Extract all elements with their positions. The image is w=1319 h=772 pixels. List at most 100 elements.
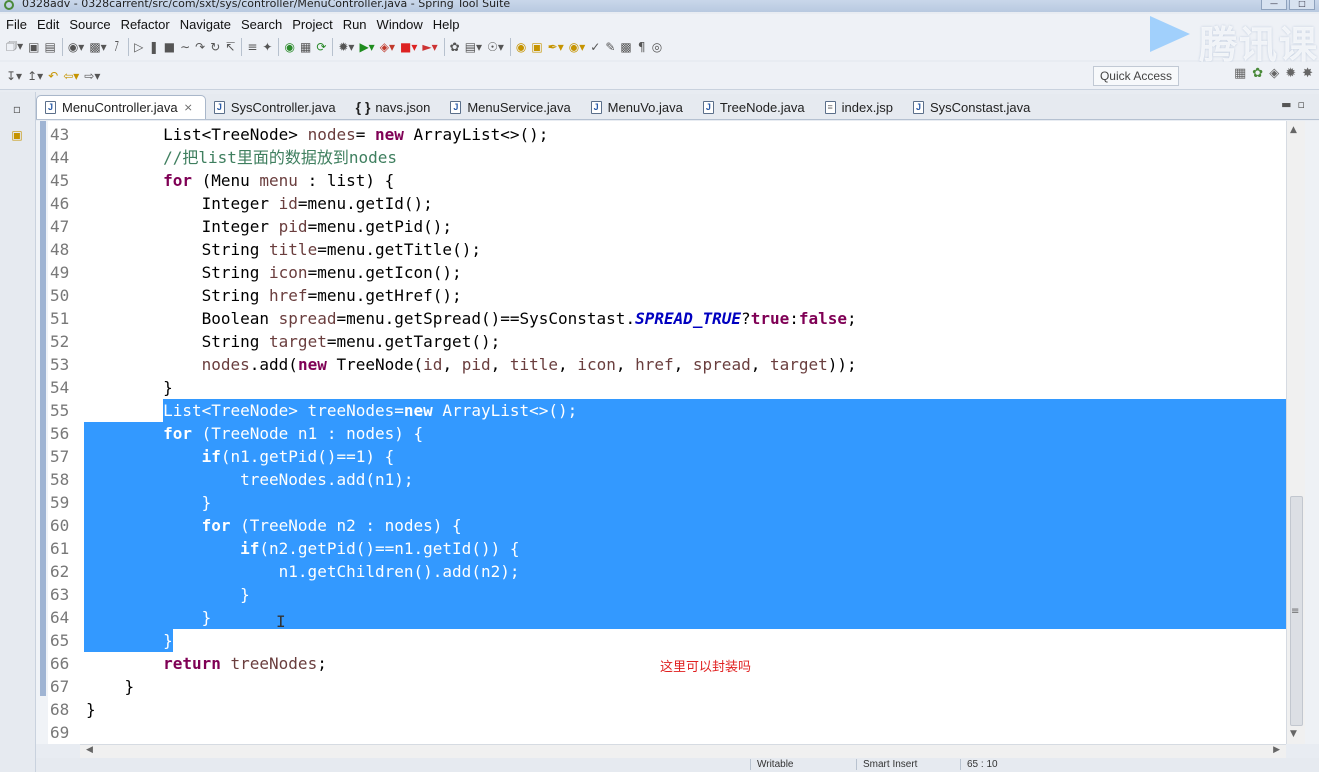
new-icon[interactable]: 🗇▾ bbox=[4, 37, 25, 57]
code-line[interactable]: 52 String target=menu.getTarget(); bbox=[36, 330, 1286, 353]
code-line[interactable]: 53 nodes.add(new TreeNode(id, pid, title… bbox=[36, 353, 1286, 376]
menu-file[interactable]: File bbox=[6, 17, 27, 32]
tab-navs-json[interactable]: { } navs.json bbox=[348, 95, 443, 119]
debug-perspective-icon[interactable]: ✹ bbox=[1285, 66, 1296, 81]
resume-icon[interactable]: ▷ bbox=[132, 37, 146, 57]
code-line[interactable]: 47 Integer pid=menu.getPid(); bbox=[36, 215, 1286, 238]
tab-treenode[interactable]: J TreeNode.java bbox=[695, 95, 817, 119]
stop-icon[interactable]: ■▾ bbox=[398, 37, 419, 57]
code-line[interactable]: 54 } bbox=[36, 376, 1286, 399]
minimize-button[interactable]: — bbox=[1261, 0, 1287, 10]
close-icon[interactable]: ⨯ bbox=[184, 101, 193, 114]
code-line[interactable]: 44 //把list里面的数据放到nodes bbox=[36, 146, 1286, 169]
step-over-icon[interactable]: ↻ bbox=[208, 37, 222, 57]
quick-access-input[interactable]: Quick Access bbox=[1092, 66, 1179, 86]
next-annotation-icon[interactable]: ↧▾ bbox=[4, 66, 24, 86]
open-perspective-icon[interactable]: ▦ bbox=[1234, 66, 1246, 81]
pin-icon[interactable]: ✓ bbox=[588, 37, 602, 57]
last-edit-location-icon[interactable]: ↶ bbox=[46, 66, 60, 86]
menu-window[interactable]: Window bbox=[377, 17, 423, 32]
new-spring-icon[interactable]: ✿ bbox=[448, 37, 462, 57]
code-line[interactable]: 59 } bbox=[36, 491, 1286, 514]
layout-icon[interactable]: ▦ bbox=[298, 37, 313, 57]
spring-perspective-icon[interactable]: ◈ bbox=[1269, 66, 1279, 81]
menu-help[interactable]: Help bbox=[433, 17, 460, 32]
show-whitespace-icon[interactable]: ¶ bbox=[635, 37, 649, 57]
scroll-left-icon[interactable]: ◀ bbox=[86, 745, 93, 755]
code-line[interactable]: 64 } bbox=[36, 606, 1286, 629]
code-editor[interactable]: 43 List<TreeNode> nodes= new ArrayList<>… bbox=[36, 121, 1286, 744]
console-icon[interactable]: ▩▾ bbox=[87, 37, 108, 57]
maximize-view-icon[interactable]: ▫ bbox=[1298, 98, 1311, 111]
brush-icon[interactable]: ✒▾ bbox=[546, 37, 566, 57]
open-type-icon[interactable]: ◉ bbox=[514, 37, 528, 57]
code-line[interactable]: 65 } bbox=[36, 629, 1286, 652]
new-class-icon[interactable]: ☉▾ bbox=[485, 37, 506, 57]
code-line[interactable]: 50 String href=menu.getHref(); bbox=[36, 284, 1286, 307]
java-perspective-icon[interactable]: ✸ bbox=[1302, 66, 1313, 81]
code-line[interactable]: 68} bbox=[36, 698, 1286, 721]
code-line[interactable]: 60 for (TreeNode n2 : nodes) { bbox=[36, 514, 1286, 537]
minimize-view-icon[interactable]: ▬ bbox=[1281, 98, 1297, 111]
tab-menucontroller[interactable]: J MenuController.java ⨯ bbox=[36, 95, 206, 119]
disconnect-icon[interactable]: ∼ bbox=[178, 37, 192, 57]
code-line[interactable]: 69 bbox=[36, 721, 1286, 744]
globe-icon[interactable]: ◎ bbox=[650, 37, 664, 57]
search-icon[interactable]: ◉▾ bbox=[567, 37, 588, 57]
code-line[interactable]: 55 List<TreeNode> treeNodes=new ArrayLis… bbox=[36, 399, 1286, 422]
new-java-project-icon[interactable]: ▤▾ bbox=[463, 37, 484, 57]
code-line[interactable]: 61 if(n2.getPid()==n1.getId()) { bbox=[36, 537, 1286, 560]
code-line[interactable]: 48 String title=menu.getTitle(); bbox=[36, 238, 1286, 261]
horizontal-scrollbar[interactable]: ◀ ▶ bbox=[80, 744, 1286, 758]
coverage-icon[interactable]: ◈▾ bbox=[378, 37, 397, 57]
menu-navigate[interactable]: Navigate bbox=[180, 17, 231, 32]
debug-icon[interactable]: ✹▾ bbox=[336, 37, 356, 57]
menu-search[interactable]: Search bbox=[241, 17, 282, 32]
step-return-icon[interactable]: ↸ bbox=[223, 37, 237, 57]
code-line[interactable]: 49 String icon=menu.getIcon(); bbox=[36, 261, 1286, 284]
code-line[interactable]: 43 List<TreeNode> nodes= new ArrayList<>… bbox=[36, 123, 1286, 146]
suspend-icon[interactable]: ❚ bbox=[147, 37, 161, 57]
code-line[interactable]: 46 Integer id=menu.getId(); bbox=[36, 192, 1286, 215]
refresh-icon[interactable]: ⟳ bbox=[314, 37, 328, 57]
step-into-icon[interactable]: ↷ bbox=[193, 37, 207, 57]
terminate-icon[interactable]: ■ bbox=[162, 37, 177, 57]
tab-index-jsp[interactable]: ≡ index.jsp bbox=[817, 95, 905, 119]
code-line[interactable]: 63 } bbox=[36, 583, 1286, 606]
preview-icon[interactable]: ▩ bbox=[618, 37, 633, 57]
external-tools-icon[interactable]: ►▾ bbox=[420, 37, 439, 57]
code-line[interactable]: 62 n1.getChildren().add(n2); bbox=[36, 560, 1286, 583]
code-line[interactable]: 56 for (TreeNode n1 : nodes) { bbox=[36, 422, 1286, 445]
code-line[interactable]: 45 for (Menu menu : list) { bbox=[36, 169, 1286, 192]
back-icon[interactable]: ⇦▾ bbox=[61, 66, 81, 86]
package-explorer-icon[interactable]: ▣ bbox=[8, 126, 26, 144]
menu-run[interactable]: Run bbox=[343, 17, 367, 32]
scroll-up-icon[interactable]: ▲ bbox=[1290, 125, 1297, 135]
code-line[interactable]: 58 treeNodes.add(n1); bbox=[36, 468, 1286, 491]
restore-icon[interactable]: ▫ bbox=[8, 100, 26, 118]
menu-source[interactable]: Source bbox=[69, 17, 110, 32]
scroll-right-icon[interactable]: ▶ bbox=[1273, 745, 1280, 755]
vertical-scrollbar[interactable]: ▲ ≡ ▼ bbox=[1286, 121, 1305, 744]
scroll-down-icon[interactable]: ▼ bbox=[1290, 729, 1297, 739]
code-line[interactable]: 57 if(n1.getPid()==1) { bbox=[36, 445, 1286, 468]
menu-edit[interactable]: Edit bbox=[37, 17, 59, 32]
open-task-icon[interactable]: ▣ bbox=[529, 37, 544, 57]
save-icon[interactable]: ▣ bbox=[26, 37, 41, 57]
run-icon[interactable]: ▶▾ bbox=[357, 37, 376, 57]
tab-sysconstast[interactable]: J SysConstast.java bbox=[905, 95, 1042, 119]
menu-project[interactable]: Project bbox=[292, 17, 332, 32]
save-all-icon[interactable]: ▤ bbox=[42, 37, 57, 57]
boot-dashboard-icon[interactable]: ◉ bbox=[282, 37, 296, 57]
refactor-icon[interactable]: ✦ bbox=[260, 37, 274, 57]
toggle-icon[interactable]: ◉▾ bbox=[66, 37, 87, 57]
skip-breakpoints-icon[interactable]: ⧶ bbox=[110, 37, 124, 57]
forward-icon[interactable]: ⇨▾ bbox=[82, 66, 102, 86]
tab-menuvo[interactable]: J MenuVo.java bbox=[583, 95, 695, 119]
maximize-button[interactable]: □ bbox=[1289, 0, 1315, 10]
edit-icon[interactable]: ✎ bbox=[603, 37, 617, 57]
menu-refactor[interactable]: Refactor bbox=[121, 17, 170, 32]
format-icon[interactable]: ≡ bbox=[245, 37, 259, 57]
previous-annotation-icon[interactable]: ↥▾ bbox=[25, 66, 45, 86]
java-ee-perspective-icon[interactable]: ✿ bbox=[1252, 66, 1263, 81]
